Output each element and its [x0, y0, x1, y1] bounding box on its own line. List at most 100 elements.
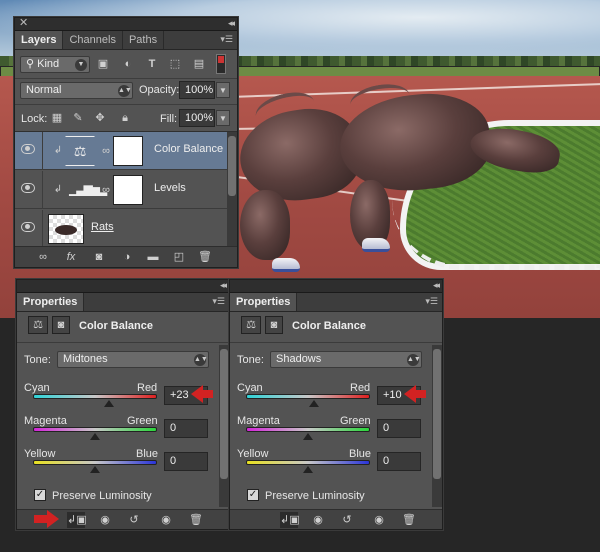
eye-icon[interactable] [21, 144, 35, 154]
smart-object-filter-icon[interactable]: ▤ [191, 56, 207, 72]
layer-row-color-balance[interactable]: ↲ ⚖ ∞ Color Balance [15, 132, 237, 170]
magenta-green-input[interactable]: 0 [377, 419, 421, 438]
reset-icon[interactable]: ↺ [125, 512, 143, 528]
preserve-luminosity-checkbox[interactable]: ✓ [34, 489, 46, 501]
layer-row-rats[interactable]: Rats [15, 210, 237, 248]
clip-to-layer-icon[interactable]: ↲▣ [280, 512, 300, 528]
scales-icon[interactable]: ⚖ [241, 316, 261, 334]
layer-name: Levels [154, 182, 186, 194]
slider-handle[interactable] [303, 466, 313, 473]
new-group-icon[interactable]: ▬ [145, 249, 161, 265]
scrollbar-thumb[interactable] [433, 349, 441, 479]
panel-menu-icon[interactable]: ▾☰ [220, 34, 233, 45]
slider-handle[interactable] [309, 400, 320, 407]
layers-scrollbar[interactable] [227, 132, 237, 248]
shape-filter-icon[interactable]: ⬚ [167, 56, 183, 72]
tab-paths[interactable]: Paths [123, 31, 165, 49]
mask-icon[interactable]: ◙ [52, 316, 70, 334]
trash-icon[interactable]: 🗑︎ [400, 512, 418, 528]
tone-dropdown[interactable]: Shadows ▲▼ [270, 351, 422, 368]
scrollbar-thumb[interactable] [228, 136, 236, 196]
clip-to-layer-icon[interactable]: ↲▣ [67, 512, 87, 528]
tone-dropdown[interactable]: Midtones ▲▼ [57, 351, 209, 368]
yellow-blue-input[interactable]: 0 [164, 452, 208, 471]
link-icon[interactable]: ∞ [101, 182, 111, 198]
slider-track [33, 394, 157, 399]
lock-position-icon[interactable]: ✥ [93, 110, 107, 126]
panel-menu-icon[interactable]: ▾☰ [212, 296, 225, 307]
properties-scrollbar[interactable] [219, 345, 229, 507]
eye-icon[interactable]: ◉ [157, 512, 175, 528]
panel-menu-icon[interactable]: ▾☰ [425, 296, 438, 307]
slider-handle[interactable] [90, 466, 100, 473]
tab-properties[interactable]: Properties [17, 293, 85, 311]
link-icon[interactable]: ∞ [101, 143, 111, 159]
type-filter-icon[interactable]: T [144, 56, 160, 72]
filter-toggle-switch[interactable] [216, 54, 226, 74]
magenta-green-slider[interactable] [33, 427, 157, 441]
link-layers-icon[interactable]: ∞ [35, 249, 51, 265]
trash-icon[interactable]: 🗑︎ [197, 249, 213, 265]
tab-channels[interactable]: Channels [63, 31, 123, 49]
layer-thumbnail[interactable] [48, 214, 84, 244]
lock-all-icon[interactable]: 🔒︎ [118, 110, 132, 126]
tab-bar: Layers Channels Paths ▾☰ [15, 31, 237, 50]
pixel-filter-icon[interactable]: ▣ [95, 56, 111, 72]
opacity-input[interactable]: 100% [179, 81, 215, 99]
fill-label: Fill: [160, 113, 178, 125]
panel-titlebar[interactable]: ✕ ◂◂ [15, 17, 237, 31]
tab-layers[interactable]: Layers [15, 31, 64, 49]
adjustment-filter-icon[interactable]: ◐ [120, 56, 136, 72]
yellow-blue-slider[interactable] [33, 460, 157, 474]
add-mask-icon[interactable]: ◙ [91, 249, 107, 265]
scales-icon[interactable]: ⚖ [28, 316, 48, 334]
panel-titlebar[interactable]: ◂◂ [230, 280, 442, 293]
tab-bar: Properties ▾☰ [230, 293, 442, 312]
view-previous-icon[interactable]: ◉ [309, 512, 327, 528]
fill-input[interactable]: 100% [179, 109, 215, 127]
chevron-down-icon[interactable]: ▼ [216, 110, 230, 126]
preserve-luminosity-checkbox[interactable]: ✓ [247, 489, 259, 501]
collapse-icon[interactable]: ◂◂ [220, 279, 227, 292]
chevron-down-icon[interactable]: ▼ [216, 82, 230, 98]
cyan-red-slider[interactable] [246, 394, 370, 408]
tab-properties[interactable]: Properties [230, 293, 298, 311]
yellow-blue-input[interactable]: 0 [377, 452, 421, 471]
fx-icon[interactable]: fx [63, 249, 79, 265]
eye-icon[interactable] [21, 183, 35, 193]
lock-transparent-icon[interactable]: ▦ [50, 110, 64, 126]
new-layer-icon[interactable]: ◰ [171, 249, 187, 265]
adjustment-thumbnail[interactable]: ▁▃▆▅▂ [65, 175, 107, 205]
trash-icon[interactable]: 🗑︎ [187, 512, 205, 528]
properties-scrollbar[interactable] [432, 345, 442, 507]
blend-mode-dropdown[interactable]: Normal ▲▼ [20, 82, 133, 99]
magenta-green-input[interactable]: 0 [164, 419, 208, 438]
new-adjustment-icon[interactable]: ◑ [119, 249, 135, 265]
eye-icon[interactable] [21, 222, 35, 232]
tone-value: Shadows [276, 353, 322, 365]
reset-icon[interactable]: ↺ [338, 512, 356, 528]
cyan-red-slider[interactable] [33, 394, 157, 408]
layers-bottom-toolbar: ∞ fx ◙ ◑ ▬ ◰ 🗑︎ [15, 246, 237, 267]
filter-kind-dropdown[interactable]: ⚲ Kind ▼ [20, 56, 90, 73]
panel-titlebar[interactable]: ◂◂ [17, 280, 229, 293]
slider-handle[interactable] [90, 433, 100, 440]
eye-icon[interactable]: ◉ [370, 512, 388, 528]
sneaker [272, 258, 300, 272]
slider-handle[interactable] [104, 400, 115, 407]
layer-mask-thumbnail[interactable] [113, 136, 143, 166]
view-previous-icon[interactable]: ◉ [96, 512, 114, 528]
slider-handle[interactable] [303, 433, 313, 440]
collapse-icon[interactable]: ◂◂ [228, 17, 235, 30]
layer-mask-thumbnail[interactable] [113, 175, 143, 205]
magenta-green-slider[interactable] [246, 427, 370, 441]
collapse-icon[interactable]: ◂◂ [433, 279, 440, 292]
yellow-blue-slider[interactable] [246, 460, 370, 474]
scrollbar-thumb[interactable] [220, 349, 228, 479]
adjustment-thumbnail[interactable]: ⚖ [65, 136, 95, 166]
lock-paint-icon[interactable]: ✎ [71, 110, 85, 126]
close-icon[interactable]: ✕ [19, 17, 28, 30]
slider-track [33, 427, 157, 432]
layer-row-levels[interactable]: ↲ ▁▃▆▅▂ ∞ Levels [15, 171, 237, 209]
mask-icon[interactable]: ◙ [265, 316, 283, 334]
